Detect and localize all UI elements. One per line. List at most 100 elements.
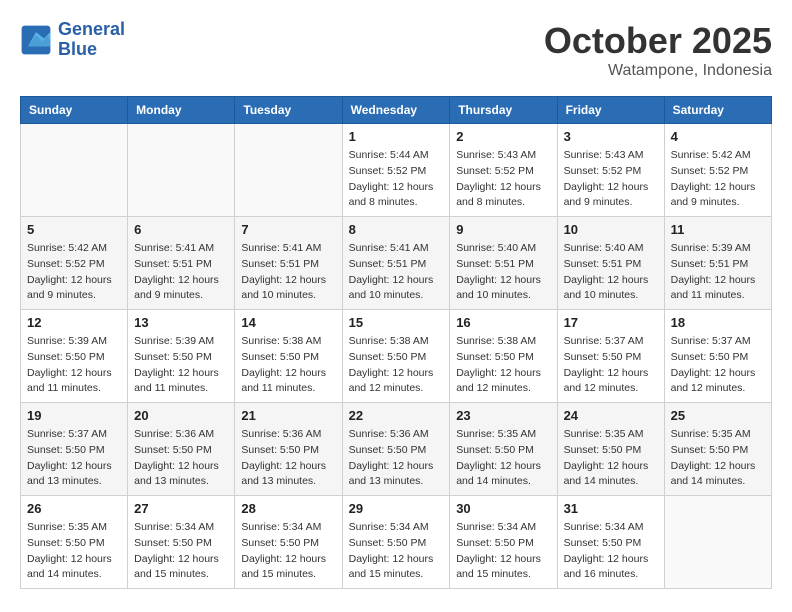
- day-number: 20: [134, 408, 228, 423]
- calendar-cell: [664, 496, 771, 589]
- logo: General Blue: [20, 20, 125, 60]
- calendar-cell: 30 Sunrise: 5:34 AM Sunset: 5:50 PM Dayli…: [450, 496, 557, 589]
- calendar-cell: 14 Sunrise: 5:38 AM Sunset: 5:50 PM Dayli…: [235, 310, 342, 403]
- day-number: 28: [241, 501, 335, 516]
- day-number: 11: [671, 222, 765, 237]
- day-number: 22: [349, 408, 444, 423]
- calendar-cell: 1Sunrise: 5:44 AM Sunset: 5:52 PM Daylig…: [342, 124, 450, 217]
- weekday-header: Sunday: [21, 97, 128, 124]
- calendar-cell: 18Sunrise: 5:37 AM Sunset: 5:50 PM Dayli…: [664, 310, 771, 403]
- calendar-cell: 22 Sunrise: 5:36 AM Sunset: 5:50 PM Dayli…: [342, 403, 450, 496]
- calendar-cell: 13 Sunrise: 5:39 AM Sunset: 5:50 PM Dayli…: [128, 310, 235, 403]
- calendar-body: 1Sunrise: 5:44 AM Sunset: 5:52 PM Daylig…: [21, 124, 772, 589]
- day-info: Sunrise: 5:36 AM Sunset: 5:50 PM Dayligh…: [241, 427, 335, 490]
- day-number: 17: [564, 315, 658, 330]
- page-header: General Blue October 2025 Watampone, Ind…: [20, 20, 772, 80]
- day-info: Sunrise: 5:36 AM Sunset: 5:50 PM Dayligh…: [134, 427, 228, 490]
- day-info: Sunrise: 5:34 AM Sunset: 5:50 PM Dayligh…: [349, 520, 444, 583]
- day-number: 2: [456, 129, 550, 144]
- calendar-cell: 10Sunrise: 5:40 AM Sunset: 5:51 PM Dayli…: [557, 217, 664, 310]
- calendar-cell: 8Sunrise: 5:41 AM Sunset: 5:51 PM Daylig…: [342, 217, 450, 310]
- day-number: 14: [241, 315, 335, 330]
- day-info: Sunrise: 5:36 AM Sunset: 5:50 PM Dayligh…: [349, 427, 444, 490]
- calendar-cell: 5 Sunrise: 5:42 AM Sunset: 5:52 PM Daylig…: [21, 217, 128, 310]
- day-number: 10: [564, 222, 658, 237]
- day-info: Sunrise: 5:40 AM Sunset: 5:51 PM Dayligh…: [456, 241, 550, 304]
- title-area: October 2025 Watampone, Indonesia: [544, 20, 772, 80]
- day-info: Sunrise: 5:41 AM Sunset: 5:51 PM Dayligh…: [349, 241, 444, 304]
- day-info: Sunrise: 5:34 AM Sunset: 5:50 PM Dayligh…: [134, 520, 228, 583]
- logo-icon: [20, 24, 52, 56]
- logo-text: General Blue: [58, 20, 125, 60]
- day-number: 16: [456, 315, 550, 330]
- day-number: 9: [456, 222, 550, 237]
- day-number: 27: [134, 501, 228, 516]
- calendar-cell: 7 Sunrise: 5:41 AM Sunset: 5:51 PM Daylig…: [235, 217, 342, 310]
- day-number: 13: [134, 315, 228, 330]
- day-info: Sunrise: 5:43 AM Sunset: 5:52 PM Dayligh…: [564, 148, 658, 211]
- day-number: 24: [564, 408, 658, 423]
- calendar-week-row: 12 Sunrise: 5:39 AM Sunset: 5:50 PM Dayli…: [21, 310, 772, 403]
- calendar-cell: 24Sunrise: 5:35 AM Sunset: 5:50 PM Dayli…: [557, 403, 664, 496]
- day-number: 31: [564, 501, 658, 516]
- day-info: Sunrise: 5:38 AM Sunset: 5:50 PM Dayligh…: [241, 334, 335, 397]
- calendar-week-row: 26 Sunrise: 5:35 AM Sunset: 5:50 PM Dayli…: [21, 496, 772, 589]
- calendar-cell: 31Sunrise: 5:34 AM Sunset: 5:50 PM Dayli…: [557, 496, 664, 589]
- day-info: Sunrise: 5:41 AM Sunset: 5:51 PM Dayligh…: [134, 241, 228, 304]
- day-info: Sunrise: 5:38 AM Sunset: 5:50 PM Dayligh…: [456, 334, 550, 397]
- calendar-cell: [235, 124, 342, 217]
- calendar-cell: 11Sunrise: 5:39 AM Sunset: 5:51 PM Dayli…: [664, 217, 771, 310]
- calendar-cell: 27 Sunrise: 5:34 AM Sunset: 5:50 PM Dayli…: [128, 496, 235, 589]
- day-info: Sunrise: 5:43 AM Sunset: 5:52 PM Dayligh…: [456, 148, 550, 211]
- calendar-cell: 3Sunrise: 5:43 AM Sunset: 5:52 PM Daylig…: [557, 124, 664, 217]
- calendar-week-row: 5 Sunrise: 5:42 AM Sunset: 5:52 PM Daylig…: [21, 217, 772, 310]
- day-number: 1: [349, 129, 444, 144]
- day-number: 12: [27, 315, 121, 330]
- day-number: 6: [134, 222, 228, 237]
- calendar-header: SundayMondayTuesdayWednesdayThursdayFrid…: [21, 97, 772, 124]
- day-number: 19: [27, 408, 121, 423]
- day-info: Sunrise: 5:37 AM Sunset: 5:50 PM Dayligh…: [564, 334, 658, 397]
- calendar-cell: 12Sunrise: 5:39 AM Sunset: 5:50 PM Dayli…: [21, 310, 128, 403]
- day-number: 4: [671, 129, 765, 144]
- day-info: Sunrise: 5:35 AM Sunset: 5:50 PM Dayligh…: [456, 427, 550, 490]
- calendar-cell: 23 Sunrise: 5:35 AM Sunset: 5:50 PM Dayli…: [450, 403, 557, 496]
- day-number: 5: [27, 222, 121, 237]
- weekday-header: Tuesday: [235, 97, 342, 124]
- day-number: 29: [349, 501, 444, 516]
- day-number: 30: [456, 501, 550, 516]
- month-title: October 2025: [544, 20, 772, 62]
- weekday-header: Wednesday: [342, 97, 450, 124]
- calendar-cell: 21 Sunrise: 5:36 AM Sunset: 5:50 PM Dayli…: [235, 403, 342, 496]
- day-number: 21: [241, 408, 335, 423]
- weekday-header: Friday: [557, 97, 664, 124]
- day-number: 23: [456, 408, 550, 423]
- calendar-cell: 15 Sunrise: 5:38 AM Sunset: 5:50 PM Dayli…: [342, 310, 450, 403]
- day-info: Sunrise: 5:37 AM Sunset: 5:50 PM Dayligh…: [27, 427, 121, 490]
- day-info: Sunrise: 5:42 AM Sunset: 5:52 PM Dayligh…: [671, 148, 765, 211]
- day-info: Sunrise: 5:37 AM Sunset: 5:50 PM Dayligh…: [671, 334, 765, 397]
- day-number: 26: [27, 501, 121, 516]
- calendar-cell: 9 Sunrise: 5:40 AM Sunset: 5:51 PM Daylig…: [450, 217, 557, 310]
- day-info: Sunrise: 5:41 AM Sunset: 5:51 PM Dayligh…: [241, 241, 335, 304]
- weekday-header: Monday: [128, 97, 235, 124]
- calendar-cell: 20 Sunrise: 5:36 AM Sunset: 5:50 PM Dayli…: [128, 403, 235, 496]
- calendar-cell: 28 Sunrise: 5:34 AM Sunset: 5:50 PM Dayli…: [235, 496, 342, 589]
- calendar-cell: 26 Sunrise: 5:35 AM Sunset: 5:50 PM Dayli…: [21, 496, 128, 589]
- calendar-week-row: 1Sunrise: 5:44 AM Sunset: 5:52 PM Daylig…: [21, 124, 772, 217]
- day-info: Sunrise: 5:34 AM Sunset: 5:50 PM Dayligh…: [241, 520, 335, 583]
- day-info: Sunrise: 5:39 AM Sunset: 5:50 PM Dayligh…: [134, 334, 228, 397]
- day-number: 25: [671, 408, 765, 423]
- day-info: Sunrise: 5:42 AM Sunset: 5:52 PM Dayligh…: [27, 241, 121, 304]
- calendar-cell: [21, 124, 128, 217]
- weekday-header: Thursday: [450, 97, 557, 124]
- day-number: 15: [349, 315, 444, 330]
- day-info: Sunrise: 5:38 AM Sunset: 5:50 PM Dayligh…: [349, 334, 444, 397]
- day-number: 7: [241, 222, 335, 237]
- calendar-cell: [128, 124, 235, 217]
- weekday-header: Saturday: [664, 97, 771, 124]
- day-info: Sunrise: 5:34 AM Sunset: 5:50 PM Dayligh…: [456, 520, 550, 583]
- calendar-cell: 4 Sunrise: 5:42 AM Sunset: 5:52 PM Daylig…: [664, 124, 771, 217]
- day-info: Sunrise: 5:35 AM Sunset: 5:50 PM Dayligh…: [27, 520, 121, 583]
- calendar-cell: 16 Sunrise: 5:38 AM Sunset: 5:50 PM Dayli…: [450, 310, 557, 403]
